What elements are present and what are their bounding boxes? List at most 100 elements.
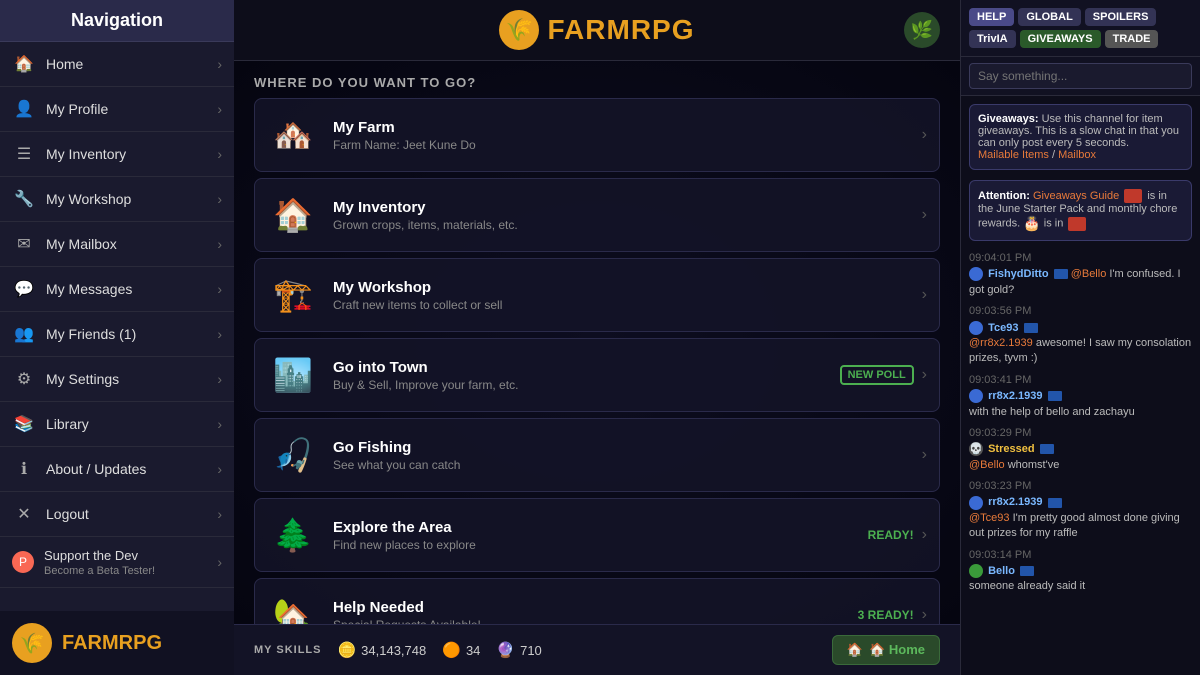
menu-item-explore[interactable]: 🌲 Explore the Area Find new places to ex…	[254, 498, 940, 572]
footer-logo-icon: 🌾	[12, 623, 52, 663]
giveaways-guide-link[interactable]: Giveaways Guide	[1033, 190, 1119, 202]
header-logo: 🌾 FARMRPG	[499, 10, 694, 50]
chat-text-rest: someone already said it	[969, 580, 1085, 592]
sidebar-title: Navigation	[0, 0, 234, 42]
menu-item-town[interactable]: 🏙️ Go into Town Buy & Sell, Improve your…	[254, 338, 940, 412]
menu-item-title: Help Needed	[333, 599, 858, 616]
chat-input-area	[961, 57, 1200, 96]
sidebar-item-logout[interactable]: ✕ Logout ›	[0, 492, 234, 537]
menu-item-inventory[interactable]: 🏠 My Inventory Grown crops, items, mater…	[254, 178, 940, 252]
help-menu-icon: 🏡	[267, 589, 319, 624]
sidebar-item-home[interactable]: 🏠 Home ›	[0, 42, 234, 87]
header-logo-text: FARMRPG	[547, 14, 694, 46]
chat-username[interactable]: Stressed	[988, 443, 1034, 455]
skills-bar: MY SKILLS 🪙 34,143,748 🟠 34 🔮 710 🏠 🏠 Ho…	[234, 624, 960, 675]
chat-username[interactable]: Tce93	[988, 322, 1018, 334]
menu-item-title: My Workshop	[333, 279, 922, 296]
mailbox-link[interactable]: Mailbox	[1058, 149, 1096, 161]
home-icon: 🏠	[12, 52, 36, 76]
sidebar-item-friends[interactable]: 👥 My Friends (1) ›	[0, 312, 234, 357]
workshop-menu-icon: 🏗️	[267, 269, 319, 321]
menu-item-title: My Farm	[333, 119, 922, 136]
sidebar-item-settings[interactable]: ⚙ My Settings ›	[0, 357, 234, 402]
user-flag-icon	[1048, 498, 1062, 508]
user-flag-icon	[1048, 391, 1062, 401]
new-poll-badge: NEW POLL	[840, 365, 914, 385]
chat-username[interactable]: Bello	[988, 565, 1015, 577]
menu-item-subtitle: See what you can catch	[333, 458, 922, 472]
user-avatar-icon	[969, 267, 983, 281]
chat-username[interactable]: rr8x2.1939	[988, 496, 1042, 508]
home-btn-icon: 🏠	[847, 642, 863, 658]
sidebar-item-inventory[interactable]: ☰ My Inventory ›	[0, 132, 234, 177]
sidebar-item-label: My Workshop	[46, 191, 217, 207]
sidebar-item-label: My Friends (1)	[46, 326, 217, 342]
chat-message-6: 09:03:14 PM Bello someone already said i…	[969, 548, 1192, 595]
chat-time: 09:03:14 PM	[969, 548, 1192, 563]
support-dev-item[interactable]: P Support the Dev Become a Beta Tester! …	[0, 537, 234, 588]
info-icon: ℹ	[12, 457, 36, 481]
notification-icon[interactable]: 🌿	[904, 12, 940, 48]
chat-message-3: 09:03:41 PM rr8x2.1939 with the help of …	[969, 373, 1192, 420]
menu-item-help[interactable]: 🏡 Help Needed Special Requests Available…	[254, 578, 940, 624]
farm-icon: 🏘️	[267, 109, 319, 161]
menu-item-farm[interactable]: 🏘️ My Farm Farm Name: Jeet Kune Do ›	[254, 98, 940, 172]
level-value: 34	[466, 643, 480, 658]
menu-item-subtitle: Buy & Sell, Improve your farm, etc.	[333, 378, 840, 392]
chevron-right-icon: ›	[217, 461, 222, 477]
user-flag-icon	[1054, 269, 1068, 279]
fishing-menu-icon: 🎣	[267, 429, 319, 481]
user-flag-icon	[1024, 323, 1038, 333]
mailbox-icon: ✉	[12, 232, 36, 256]
chevron-right-icon: ›	[922, 286, 927, 304]
chat-message-5: 09:03:23 PM rr8x2.1939 @Tce93 I'm pretty…	[969, 479, 1192, 542]
tab-global[interactable]: GLOBAL	[1018, 8, 1080, 26]
chevron-right-icon: ›	[922, 126, 927, 144]
three-ready-badge: 3 READY!	[858, 608, 914, 622]
sidebar-item-label: Logout	[46, 506, 217, 522]
tab-trivia[interactable]: TrivIA	[969, 30, 1016, 48]
chat-time: 09:04:01 PM	[969, 251, 1192, 266]
sidebar-item-workshop[interactable]: 🔧 My Workshop ›	[0, 177, 234, 222]
red-pack-notice-icon	[1124, 189, 1142, 203]
tab-help[interactable]: HELP	[969, 8, 1014, 26]
sidebar-item-profile[interactable]: 👤 My Profile ›	[0, 87, 234, 132]
home-button[interactable]: 🏠 🏠 Home	[832, 635, 940, 665]
sidebar: Navigation 🏠 Home › 👤 My Profile › ☰ My …	[0, 0, 234, 675]
skills-section-title: MY SKILLS	[254, 644, 321, 656]
chevron-right-icon: ›	[922, 526, 927, 544]
chat-username[interactable]: FishydDitto	[988, 268, 1049, 280]
chat-input[interactable]	[969, 63, 1192, 89]
chat-time: 09:03:41 PM	[969, 373, 1192, 388]
tab-trade[interactable]: TRADE	[1105, 30, 1159, 48]
profile-icon: 👤	[12, 97, 36, 121]
giveaways-notice: Giveaways: Use this channel for item giv…	[969, 104, 1192, 170]
attention-notice: Attention: Giveaways Guide is in the Jun…	[969, 180, 1192, 241]
sidebar-item-label: My Inventory	[46, 146, 217, 162]
sidebar-footer: 🌾 FARMRPG	[0, 611, 234, 675]
xp-skill: 🔮 710	[496, 641, 541, 659]
right-panel: HELP GLOBAL SPOILERS TrivIA GIVEAWAYS TR…	[960, 0, 1200, 675]
sidebar-item-about[interactable]: ℹ About / Updates ›	[0, 447, 234, 492]
chevron-right-icon: ›	[217, 236, 222, 252]
explore-menu-icon: 🌲	[267, 509, 319, 561]
support-label: Support the Dev	[44, 548, 138, 563]
chat-username[interactable]: rr8x2.1939	[988, 390, 1042, 402]
mailable-items-link[interactable]: Mailable Items	[978, 149, 1049, 161]
menu-item-workshop[interactable]: 🏗️ My Workshop Craft new items to collec…	[254, 258, 940, 332]
tab-giveaways[interactable]: GIVEAWAYS	[1020, 30, 1101, 48]
chat-message-2: 09:03:56 PM Tce93 @rr8x2.1939 awesome! I…	[969, 304, 1192, 367]
sidebar-item-messages[interactable]: 💬 My Messages ›	[0, 267, 234, 312]
menu-item-title: Go Fishing	[333, 439, 922, 456]
user-avatar-icon	[969, 321, 983, 335]
sidebar-item-label: My Profile	[46, 101, 217, 117]
chevron-right-icon: ›	[217, 146, 222, 162]
chevron-right-icon: ›	[922, 446, 927, 464]
tab-spoilers[interactable]: SPOILERS	[1085, 8, 1157, 26]
sidebar-item-mailbox[interactable]: ✉ My Mailbox ›	[0, 222, 234, 267]
footer-logo-text: FARMRPG	[62, 632, 162, 655]
menu-item-fishing[interactable]: 🎣 Go Fishing See what you can catch ›	[254, 418, 940, 492]
user-avatar-icon: 💀	[969, 442, 983, 456]
sidebar-item-library[interactable]: 📚 Library ›	[0, 402, 234, 447]
user-avatar-icon	[969, 389, 983, 403]
